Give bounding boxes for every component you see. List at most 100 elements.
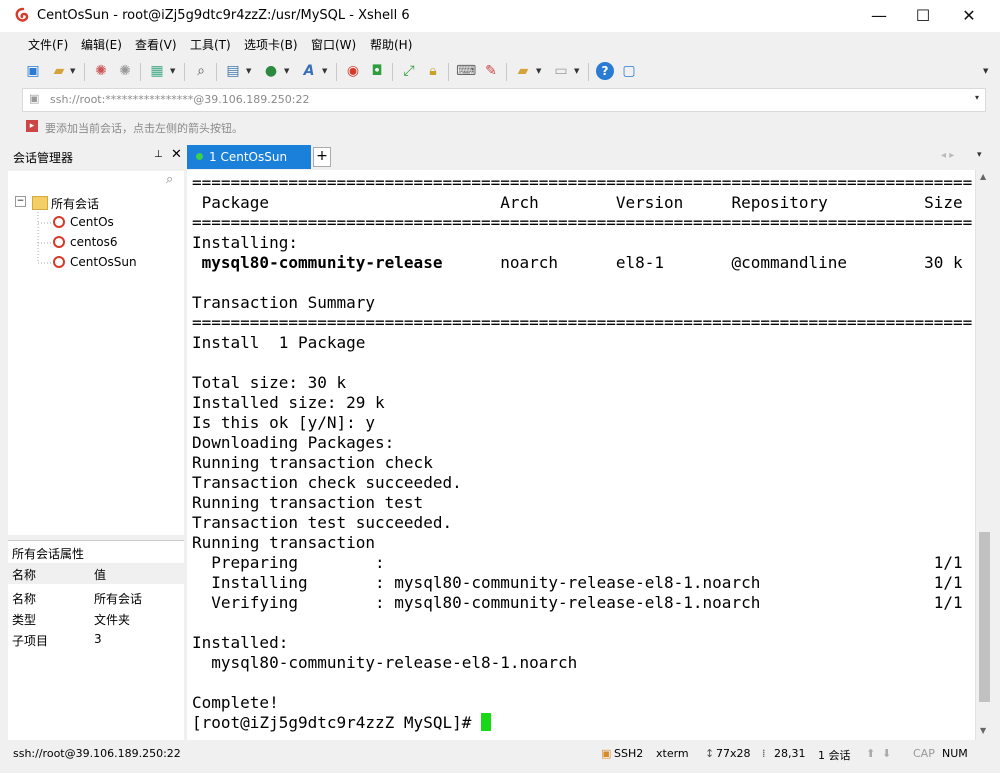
tree-item-label: CentOs xyxy=(70,215,114,229)
terminal-line: Installing : mysql80-community-release-e… xyxy=(192,573,962,593)
terminal-line-text: Installed size: 29 k xyxy=(192,393,385,412)
session-search[interactable]: ⌕ xyxy=(8,171,184,192)
toolbar-separator xyxy=(184,63,185,81)
pin-icon[interactable]: ⊥ xyxy=(154,149,163,160)
menu-edit[interactable]: 编辑(E) xyxy=(81,36,122,53)
terminal-line: [root@iZj5g9dtc9r4zzZ MySQL]# xyxy=(192,713,491,733)
terminal-line-text: ========================================… xyxy=(192,173,973,192)
globe-icon[interactable]: ● xyxy=(262,62,280,80)
terminal-output[interactable]: ========================================… xyxy=(187,170,975,740)
help-icon[interactable]: ? xyxy=(596,62,614,80)
toolbar-separator xyxy=(392,63,393,81)
properties-dropdown-icon[interactable]: ▼ xyxy=(170,67,175,75)
script-icon[interactable]: ✎ xyxy=(482,62,500,80)
status-sessions: 1 会话 xyxy=(818,749,851,762)
terminal-line: Running transaction check xyxy=(192,453,433,473)
open-folder-icon[interactable]: ▰ xyxy=(50,62,68,80)
properties-value-header: 值 xyxy=(94,568,107,582)
properties-icon[interactable]: ▦ xyxy=(148,62,166,80)
session-up-icon[interactable]: ⬆ xyxy=(866,747,875,760)
terminal-line: Installed size: 29 k xyxy=(192,393,385,413)
terminal-line: Transaction Summary xyxy=(192,293,375,313)
close-button[interactable]: ✕ xyxy=(946,0,992,32)
session-manager-header: 会话管理器 ⊥ ✕ xyxy=(8,145,184,167)
terminal-line: Complete! xyxy=(192,693,279,713)
properties-name-header: 名称 xyxy=(12,568,37,582)
terminal-line-text: noarch el8-1 @commandline 30 k xyxy=(442,253,963,272)
tab-menu-icon[interactable]: ▾ xyxy=(977,150,982,160)
session-tree: − 所有会话 CentOs centos6 CentOsSun xyxy=(8,191,184,535)
add-session-arrow-icon[interactable]: ▸ xyxy=(26,120,38,132)
tab-centossun[interactable]: 1 CentOsSun xyxy=(187,145,311,169)
property-name: 子项目 xyxy=(12,634,49,648)
new-tab-button[interactable]: + xyxy=(313,147,331,167)
new-folder-icon[interactable]: ▰ xyxy=(514,62,532,80)
scroll-up-icon[interactable]: ▲ xyxy=(980,172,986,181)
tree-item-label: centos6 xyxy=(70,235,118,249)
terminal-line-text: Installed: xyxy=(192,633,289,652)
terminal-line-text: [root@iZj5g9dtc9r4zzZ MySQL]# xyxy=(192,713,481,732)
layout-icon[interactable]: ▤ xyxy=(224,62,242,80)
maximize-button[interactable]: ☐ xyxy=(900,0,946,32)
keyboard-icon[interactable]: ⌨ xyxy=(456,62,476,80)
menu-view[interactable]: 查看(V) xyxy=(135,36,177,53)
scrollbar-thumb[interactable] xyxy=(979,532,990,702)
terminal-line: Transaction test succeeded. xyxy=(192,513,452,533)
search-icon[interactable]: ⌕ xyxy=(192,62,210,80)
address-bar[interactable]: ▣ ssh://root:****************@39.106.189… xyxy=(22,88,986,112)
search-icon[interactable]: ⌕ xyxy=(166,172,173,187)
toolbar-overflow-icon[interactable]: ▼ xyxy=(983,67,988,75)
title-bar: CentOsSun - root@iZj5g9dtc9r4zzZ:/usr/My… xyxy=(0,0,1000,32)
properties-table: 名称 值 名称 所有会话 类型 文件夹 子项目 3 xyxy=(8,562,184,740)
menu-file[interactable]: 文件(F) xyxy=(28,36,68,53)
font-dropdown-icon[interactable]: ▼ xyxy=(322,67,327,75)
tab-scroll-icon[interactable]: ◂ ▸ xyxy=(941,150,954,161)
menu-tabs[interactable]: 选项卡(B) xyxy=(244,36,298,53)
toolbar-separator xyxy=(506,63,507,81)
menu-help[interactable]: 帮助(H) xyxy=(370,36,412,53)
terminal-line-text: Preparing : 1/1 xyxy=(192,553,963,572)
terminal-line-text: Total size: 30 k xyxy=(192,373,347,392)
disconnect-icon[interactable]: ✺ xyxy=(116,62,134,80)
window-layout-dropdown-icon[interactable]: ▼ xyxy=(574,67,579,75)
menu-window[interactable]: 窗口(W) xyxy=(311,36,356,53)
open-dropdown-icon[interactable]: ▼ xyxy=(70,67,75,75)
xshell-icon[interactable]: ◉ xyxy=(344,62,362,80)
font-icon[interactable]: A xyxy=(300,62,318,80)
session-search-input[interactable] xyxy=(10,172,164,190)
new-folder-dropdown-icon[interactable]: ▼ xyxy=(536,67,541,75)
new-session-icon[interactable]: ▣ xyxy=(24,62,42,80)
fullscreen-icon[interactable]: ⤢ xyxy=(400,62,418,80)
scroll-down-icon[interactable]: ▼ xyxy=(980,726,986,735)
properties-header: 所有会话属性 xyxy=(8,540,184,563)
lock-icon[interactable]: 🔒︎ xyxy=(424,62,442,80)
globe-dropdown-icon[interactable]: ▼ xyxy=(284,67,289,75)
terminal-line: Install 1 Package xyxy=(192,333,365,353)
status-protocol: SSH2 xyxy=(614,747,644,760)
toolbar-separator xyxy=(84,63,85,81)
tab-bar: 1 CentOsSun + ◂ ▸ ▾ xyxy=(187,145,993,169)
chat-icon[interactable]: ▢ xyxy=(620,62,638,80)
address-dropdown-icon[interactable]: ▾ xyxy=(975,93,979,102)
table-row: 类型 文件夹 xyxy=(8,608,184,629)
status-connection: ssh://root@39.106.189.250:22 xyxy=(13,747,181,760)
terminal-line-text: mysql80-community-release-el8-1.noarch xyxy=(192,653,578,672)
terminal-line: ========================================… xyxy=(192,313,972,333)
toolbar-separator xyxy=(448,63,449,81)
terminal-line: Package Arch Version Repository Size xyxy=(192,193,963,213)
reconnect-icon[interactable]: ✺ xyxy=(92,62,110,80)
address-input[interactable]: ssh://root:****************@39.106.189.2… xyxy=(50,93,310,106)
close-panel-icon[interactable]: ✕ xyxy=(171,147,182,162)
terminal-scrollbar[interactable]: ▲ ▼ xyxy=(975,170,993,740)
session-down-icon[interactable]: ⬇ xyxy=(882,747,891,760)
hint-text: 要添加当前会话，点击左侧的箭头按钮。 xyxy=(45,122,243,135)
terminal-line: Installed: xyxy=(192,633,288,653)
property-value: 3 xyxy=(94,632,102,646)
xftp-icon[interactable]: ◘ xyxy=(368,62,386,80)
minimize-button[interactable]: — xyxy=(856,0,902,32)
terminal-line: ========================================… xyxy=(192,173,972,193)
menu-tools[interactable]: 工具(T) xyxy=(190,36,231,53)
window-layout-icon[interactable]: ▭ xyxy=(552,62,570,80)
layout-dropdown-icon[interactable]: ▼ xyxy=(246,67,251,75)
terminal-line-text: ========================================… xyxy=(192,213,973,232)
